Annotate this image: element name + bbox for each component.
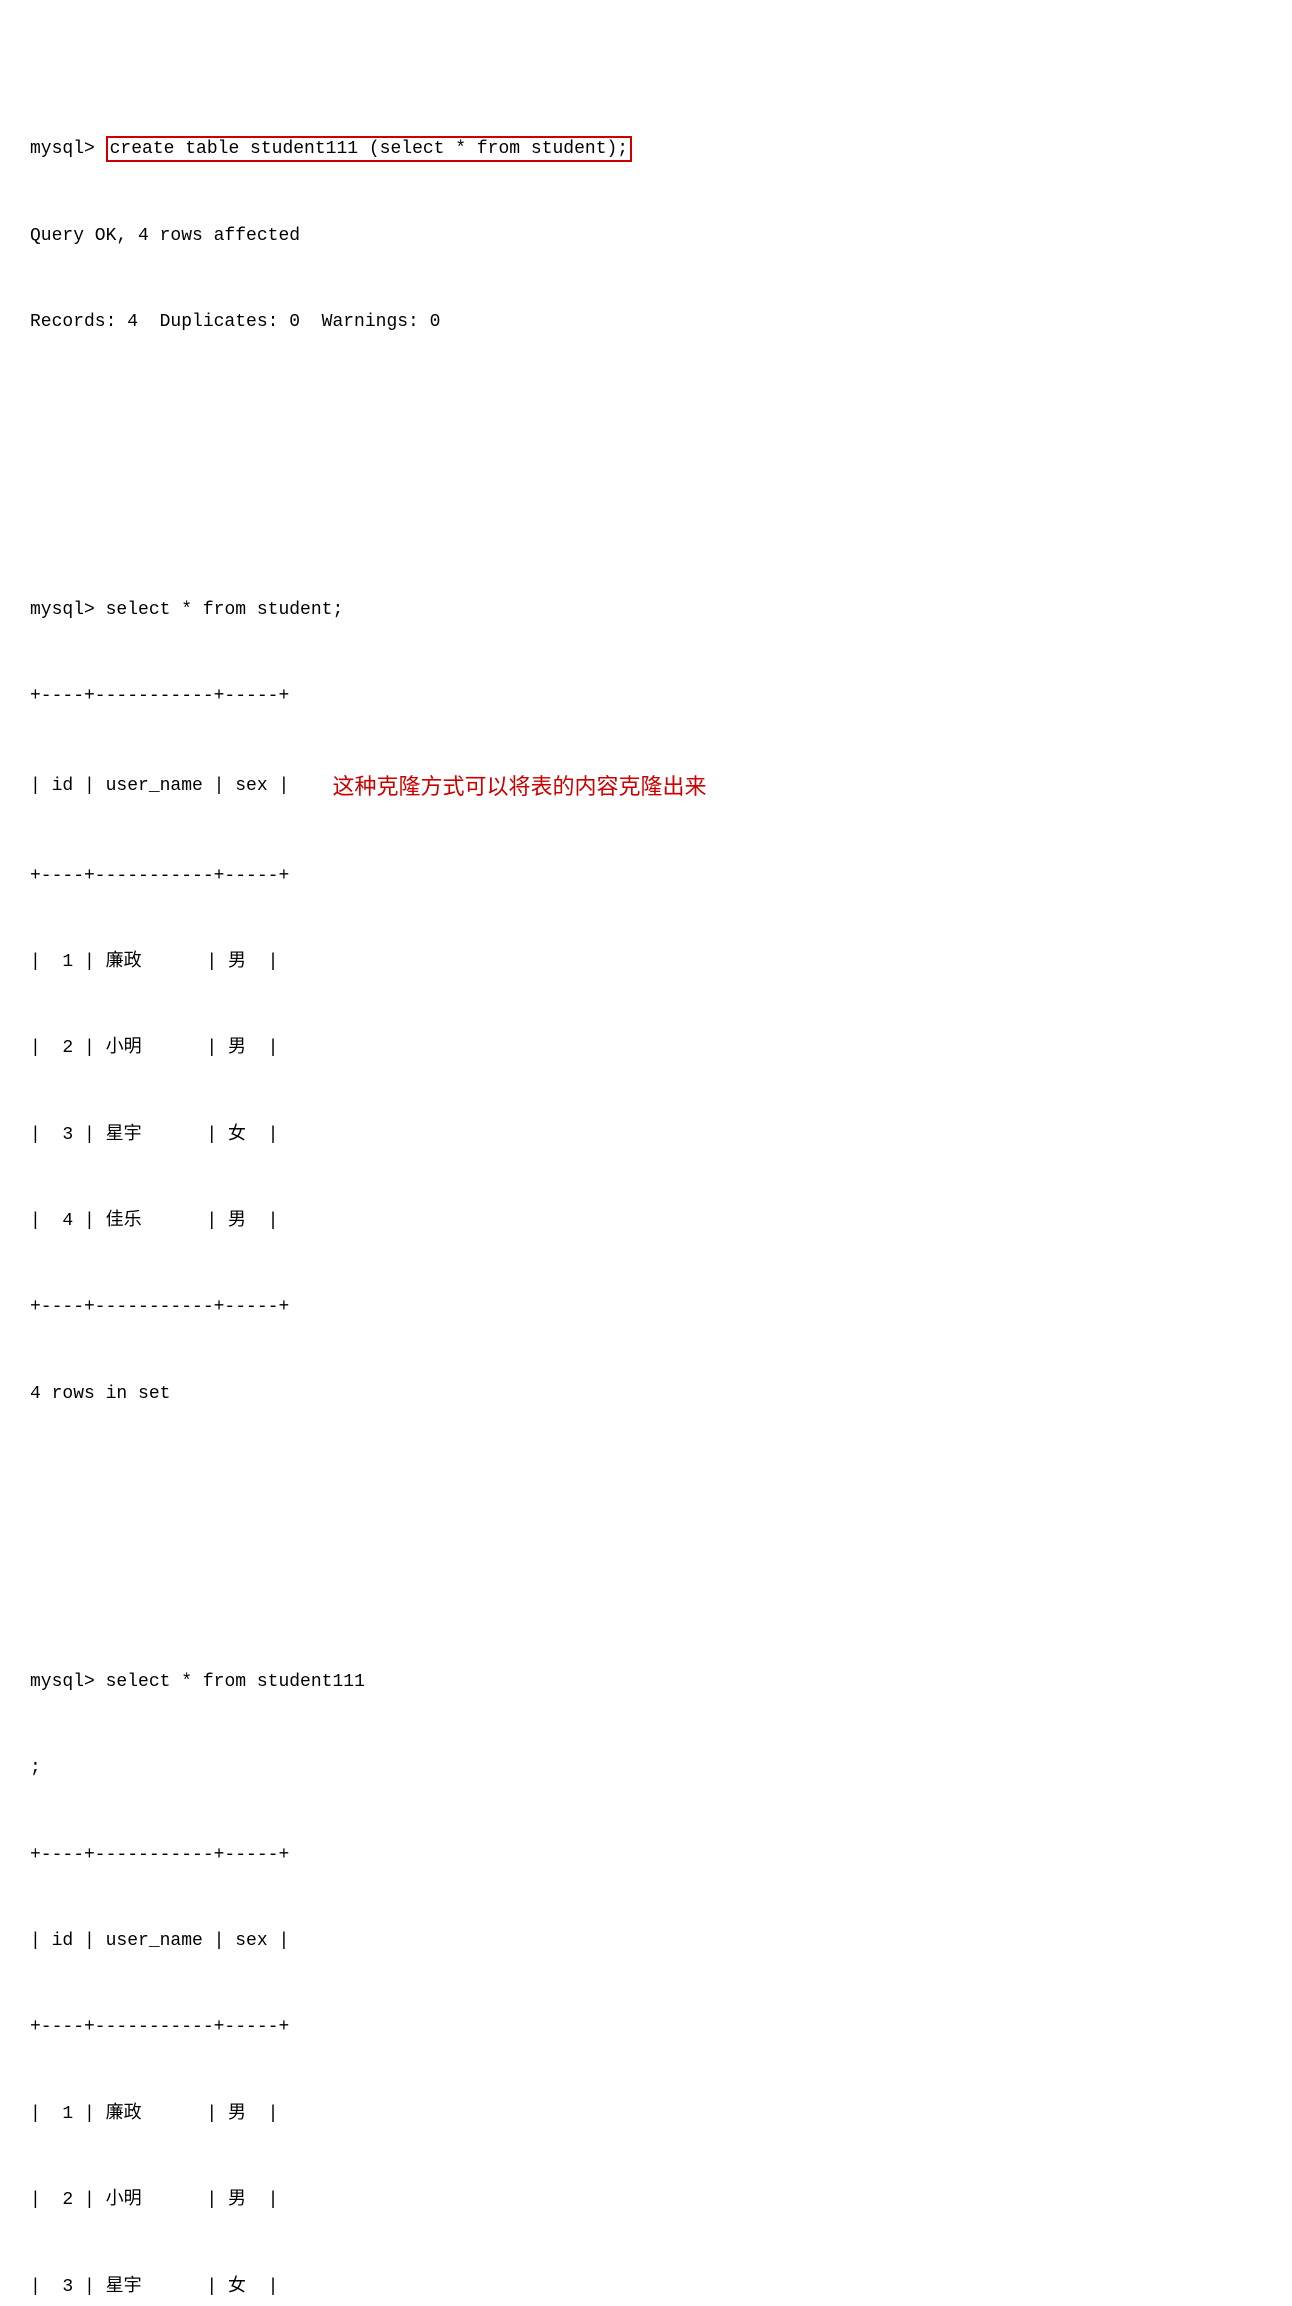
output-line-1: Query OK, 4 rows affected <box>30 222 1262 251</box>
table-row-1: | 1 | 廉政 | 男 | <box>30 948 1262 977</box>
table-row-2: | 2 | 小明 | 男 | <box>30 1034 1262 1063</box>
table-border-5: +----+-----------+-----+ <box>30 2013 1262 2042</box>
table-border-2: +----+-----------+-----+ <box>30 862 1262 891</box>
blank-2 <box>30 1524 1262 1553</box>
prompt-3: mysql> <box>30 1672 106 1692</box>
prompt-1: mysql> <box>30 139 106 159</box>
command-line-3: mysql> select * from student111 <box>30 1668 1262 1697</box>
table-header-2: | id | user_name | sex | <box>30 1927 1262 1956</box>
table-header-row: | id | user_name | sex | 这种克隆方式可以将表的内容克隆… <box>30 769 1262 804</box>
rows-in-set-1: 4 rows in set <box>30 1380 1262 1409</box>
command-line-1: mysql> create table student111 (select *… <box>30 135 1262 164</box>
table-border-1: +----+-----------+-----+ <box>30 682 1262 711</box>
terminal-window: mysql> create table student111 (select *… <box>30 20 1262 2306</box>
clone-annotation: 这种克隆方式可以将表的内容克隆出来 <box>332 769 706 804</box>
table-header-text: | id | user_name | sex | <box>30 772 332 801</box>
output-line-2: Records: 4 Duplicates: 0 Warnings: 0 <box>30 308 1262 337</box>
table-row-5: | 1 | 廉政 | 男 | <box>30 2100 1262 2129</box>
table-row-7: | 3 | 星宇 | 女 | <box>30 2273 1262 2302</box>
highlighted-command: create table student111 (select * from s… <box>106 136 632 162</box>
blank-1 <box>30 452 1262 481</box>
table-border-3: +----+-----------+-----+ <box>30 1293 1262 1322</box>
command-line-2: mysql> select * from student; <box>30 596 1262 625</box>
table-row-3: | 3 | 星宇 | 女 | <box>30 1121 1262 1150</box>
table-row-4: | 4 | 佳乐 | 男 | <box>30 1207 1262 1236</box>
semicolon-line: ; <box>30 1754 1262 1783</box>
table-border-4: +----+-----------+-----+ <box>30 1841 1262 1870</box>
table-row-6: | 2 | 小明 | 男 | <box>30 2186 1262 2215</box>
prompt-2: mysql> <box>30 600 106 620</box>
